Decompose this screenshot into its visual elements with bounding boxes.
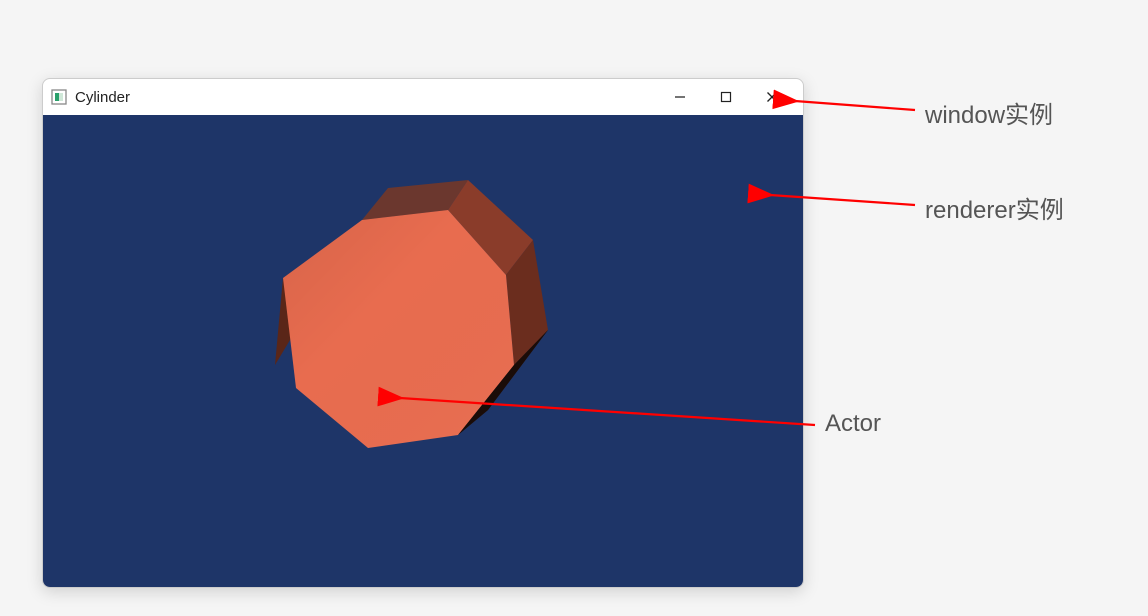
label-actor: Actor — [825, 410, 881, 438]
label-window-instance: window实例 — [925, 95, 1053, 130]
maximize-button[interactable] — [703, 81, 749, 113]
titlebar: Cylinder — [43, 79, 803, 115]
close-icon — [766, 91, 778, 103]
minimize-button[interactable] — [657, 81, 703, 113]
window-title: Cylinder — [75, 89, 657, 106]
label-renderer-instance: renderer实例 — [925, 190, 1064, 225]
arrow-window — [795, 101, 915, 110]
minimize-icon — [674, 91, 686, 103]
render-viewport[interactable] — [43, 115, 803, 587]
app-icon — [51, 89, 67, 105]
app-window: Cylinder — [42, 78, 804, 588]
maximize-icon — [720, 91, 732, 103]
cylinder-actor — [188, 140, 618, 570]
close-button[interactable] — [749, 81, 795, 113]
window-controls — [657, 81, 795, 113]
